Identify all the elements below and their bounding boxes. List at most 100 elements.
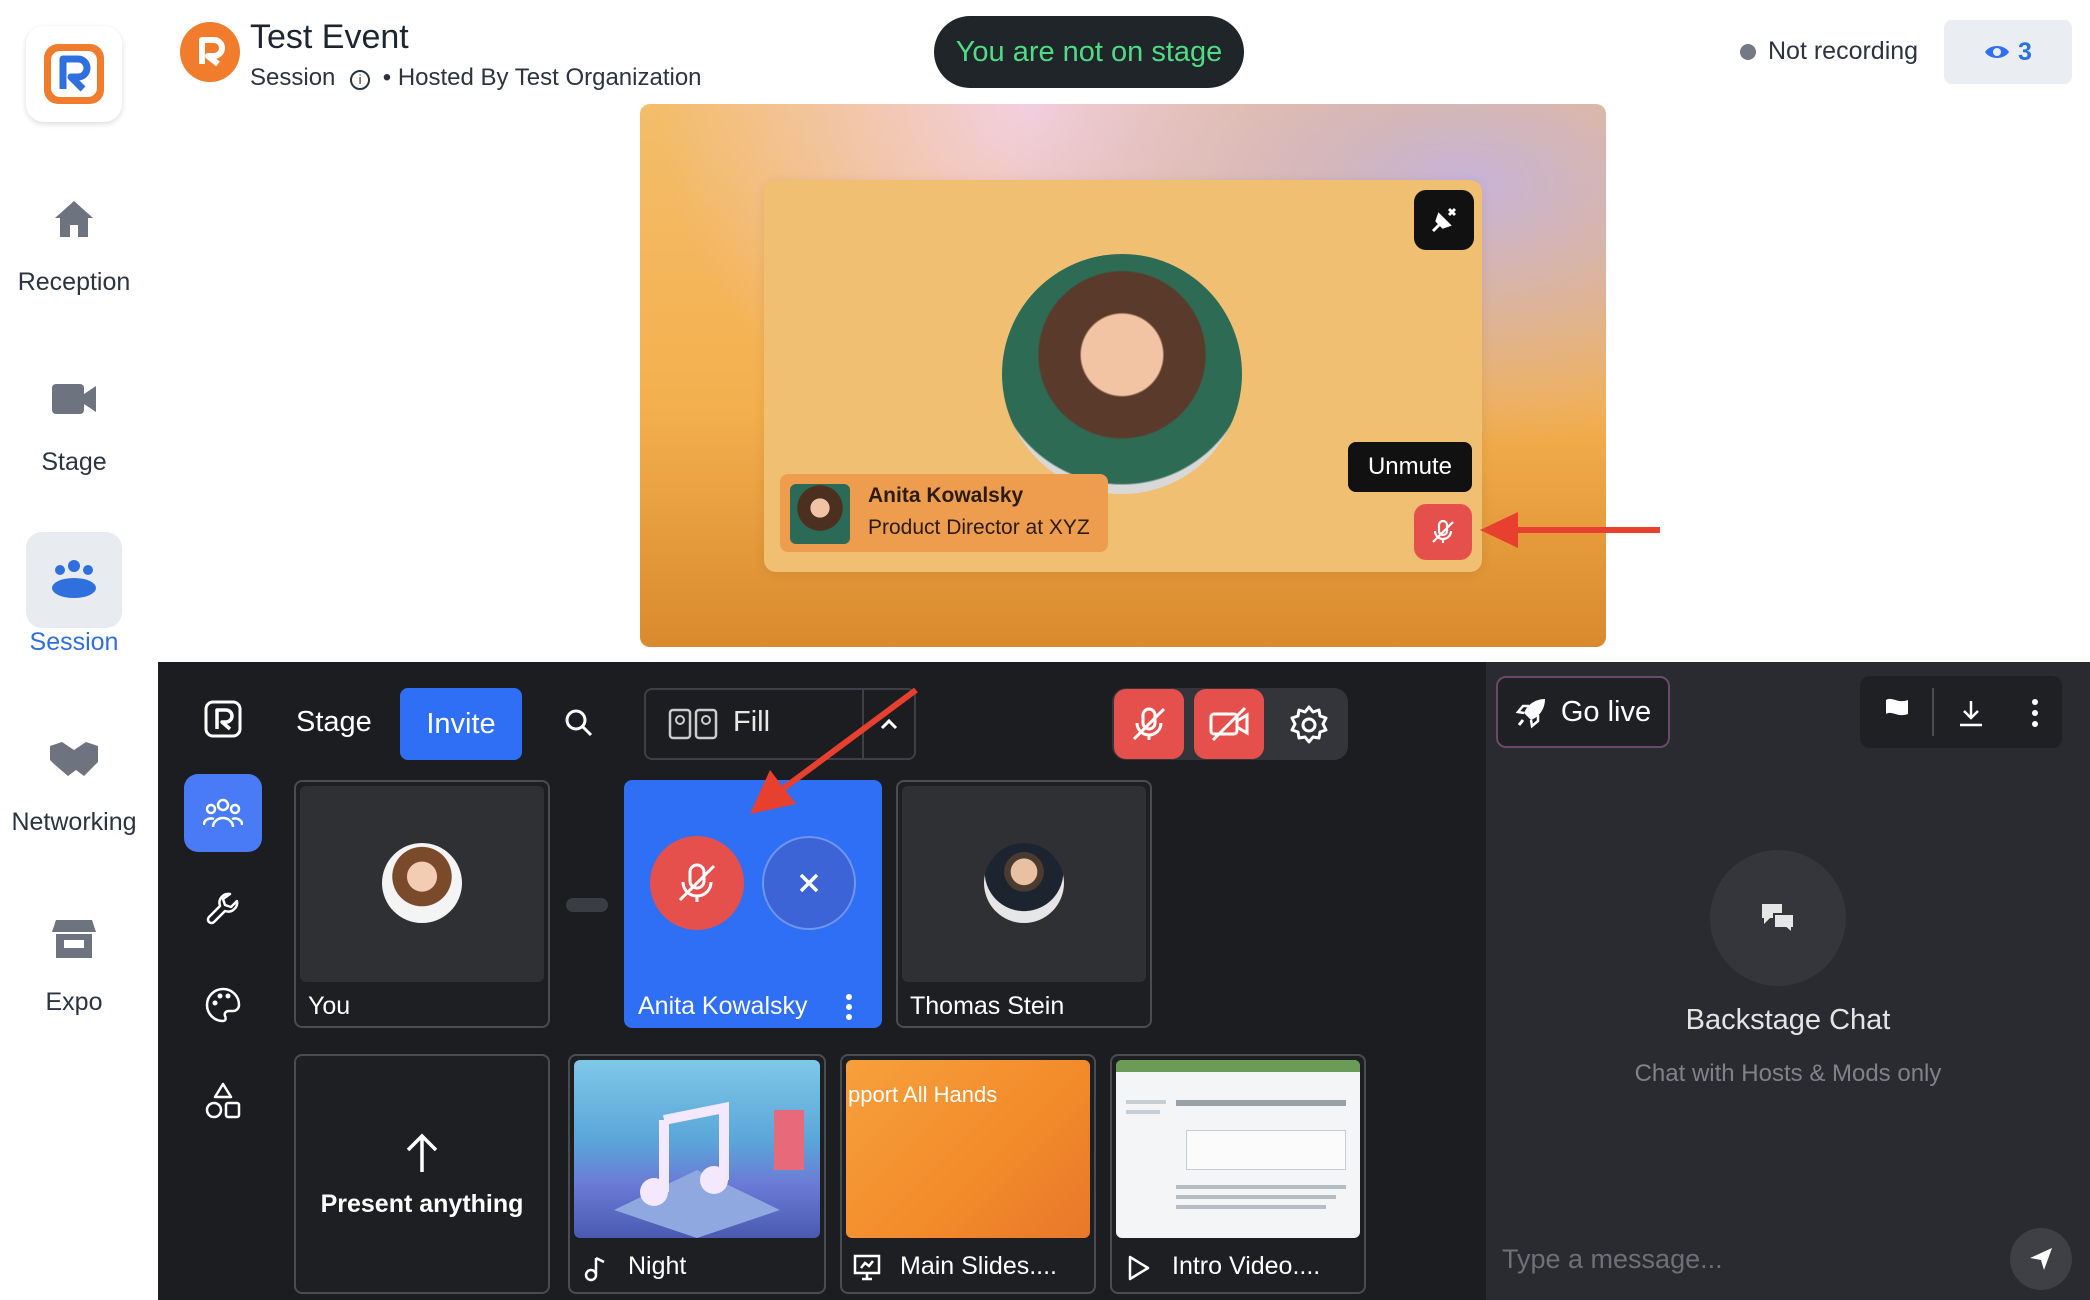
unmute-participant-button[interactable] bbox=[650, 836, 744, 930]
video-off-icon bbox=[1209, 706, 1249, 742]
sidebar-item-label: Networking bbox=[11, 808, 137, 836]
music-note-icon bbox=[614, 1101, 804, 1238]
session-label: Session bbox=[250, 64, 336, 91]
speaker-avatar bbox=[1002, 254, 1242, 494]
send-button[interactable] bbox=[2010, 1228, 2072, 1290]
recording-dot bbox=[1740, 44, 1756, 60]
rocket-icon bbox=[1515, 699, 1545, 729]
drag-handle[interactable] bbox=[566, 898, 608, 912]
speaker-role: Product Director at XYZ bbox=[868, 516, 1090, 539]
organization-logo bbox=[180, 22, 240, 82]
sidebar-item-reception[interactable]: Reception bbox=[0, 196, 148, 297]
unmute-button[interactable] bbox=[1414, 504, 1472, 560]
participant-name: You bbox=[308, 992, 351, 1020]
speaker-name: Anita Kowalsky bbox=[868, 484, 1024, 507]
sidebar-item-stage[interactable]: Stage bbox=[0, 376, 148, 477]
speaker-thumbnail bbox=[790, 484, 850, 544]
flag-icon[interactable] bbox=[1882, 696, 1912, 728]
sidebar-item-expo[interactable]: Expo bbox=[0, 916, 148, 1017]
eye-icon bbox=[1985, 46, 2010, 58]
mic-off-icon bbox=[1132, 707, 1166, 741]
mic-off-icon bbox=[678, 863, 716, 902]
remove-from-stage-button[interactable] bbox=[1414, 190, 1474, 250]
brand-r-icon bbox=[44, 44, 104, 104]
more-vertical-icon[interactable] bbox=[2028, 698, 2042, 728]
annotation-arrow bbox=[750, 687, 918, 814]
stage-status-pill: You are not on stage bbox=[934, 16, 1244, 88]
participant-name: Thomas Stein bbox=[910, 992, 1065, 1020]
present-anything-label: Present anything bbox=[320, 1190, 524, 1218]
chat-subtitle: Chat with Hosts & Mods only bbox=[1634, 1060, 1942, 1087]
organization-name[interactable]: Test Organization bbox=[515, 64, 702, 91]
avatar bbox=[984, 843, 1064, 923]
sidebar-item-label: Expo bbox=[45, 988, 103, 1016]
media-label: Main Slides.... bbox=[900, 1252, 1058, 1280]
sidebar-item-session[interactable]: Session bbox=[0, 556, 148, 657]
settings-gear-icon[interactable] bbox=[1288, 704, 1330, 746]
go-live-button[interactable]: Go live bbox=[1496, 676, 1670, 748]
tab-participants[interactable] bbox=[184, 774, 262, 852]
message-input[interactable]: Type a message... bbox=[1502, 1244, 1723, 1275]
mic-off-icon bbox=[1432, 519, 1454, 543]
sidebar-item-label: Stage bbox=[41, 448, 107, 476]
go-live-label: Go live bbox=[1560, 695, 1652, 728]
upload-icon bbox=[406, 1133, 438, 1172]
people-icon bbox=[203, 798, 243, 828]
sidebar-item-label: Reception bbox=[17, 268, 131, 296]
download-icon[interactable] bbox=[1956, 698, 1986, 728]
tab-theme[interactable] bbox=[184, 966, 262, 1044]
app-logo[interactable] bbox=[26, 26, 122, 122]
palette-icon bbox=[205, 987, 241, 1023]
media-thumbnail: pport All Hands bbox=[846, 1060, 1090, 1238]
unmute-tooltip: Unmute bbox=[1348, 442, 1472, 492]
participant-name: Anita Kowalsky bbox=[638, 992, 808, 1020]
handshake-icon bbox=[50, 742, 98, 776]
audio-icon bbox=[584, 1256, 605, 1282]
media-label: Night bbox=[628, 1252, 687, 1280]
invite-button[interactable]: Invite bbox=[400, 688, 522, 760]
search-icon[interactable] bbox=[562, 706, 596, 740]
event-subtitle: Session i • Hosted By Test Organization bbox=[250, 64, 702, 92]
chat-title: Backstage Chat bbox=[1685, 1004, 1891, 1036]
app-root: Reception Stage Session Networking Expo bbox=[0, 0, 2090, 1300]
info-icon[interactable]: i bbox=[350, 70, 371, 90]
layout-grid-icon bbox=[668, 708, 718, 740]
presentation-icon bbox=[853, 1254, 881, 1281]
video-camera-icon bbox=[52, 384, 96, 414]
hosted-by-prefix: Hosted By bbox=[397, 64, 509, 91]
mic-toggle-button[interactable] bbox=[1114, 689, 1184, 759]
chat-bubbles-icon bbox=[1762, 904, 1795, 936]
recording-status: Not recording bbox=[1768, 37, 1919, 65]
sidebar-item-label: Session bbox=[29, 628, 119, 656]
avatar bbox=[382, 843, 462, 923]
event-title: Test Event bbox=[250, 18, 409, 56]
toolbar-divider bbox=[1932, 688, 1934, 736]
viewer-count: 3 bbox=[2018, 37, 2032, 66]
remove-participant-button[interactable] bbox=[762, 836, 856, 930]
sidebar-item-networking[interactable]: Networking bbox=[0, 736, 148, 837]
camera-toggle-button[interactable] bbox=[1194, 689, 1264, 759]
play-icon bbox=[1128, 1255, 1150, 1281]
unpin-icon bbox=[1431, 207, 1457, 233]
people-group-icon bbox=[52, 560, 96, 598]
brand-r-icon bbox=[199, 37, 225, 67]
tab-tools[interactable] bbox=[184, 870, 262, 948]
tab-elements[interactable] bbox=[184, 1062, 262, 1140]
media-thumbnail bbox=[1116, 1060, 1360, 1238]
tab-stage[interactable]: Stage bbox=[296, 706, 372, 739]
media-label: Intro Video.... bbox=[1172, 1252, 1321, 1280]
shapes-icon bbox=[205, 1082, 241, 1119]
separator-dot: • bbox=[382, 64, 398, 91]
store-icon bbox=[52, 920, 96, 958]
send-icon bbox=[2030, 1248, 2052, 1270]
backstage-logo-icon bbox=[204, 700, 242, 738]
media-thumbnail bbox=[574, 1060, 820, 1238]
chat-empty-icon-circle bbox=[1710, 850, 1846, 986]
home-icon bbox=[55, 201, 93, 237]
annotation-arrow bbox=[1480, 512, 1660, 548]
wrench-icon bbox=[206, 892, 239, 925]
viewer-count-button[interactable]: 3 bbox=[1944, 20, 2072, 84]
more-vertical-icon[interactable] bbox=[840, 992, 858, 1022]
slide-preview-text: pport All Hands bbox=[848, 1082, 998, 1107]
close-icon bbox=[799, 873, 819, 893]
